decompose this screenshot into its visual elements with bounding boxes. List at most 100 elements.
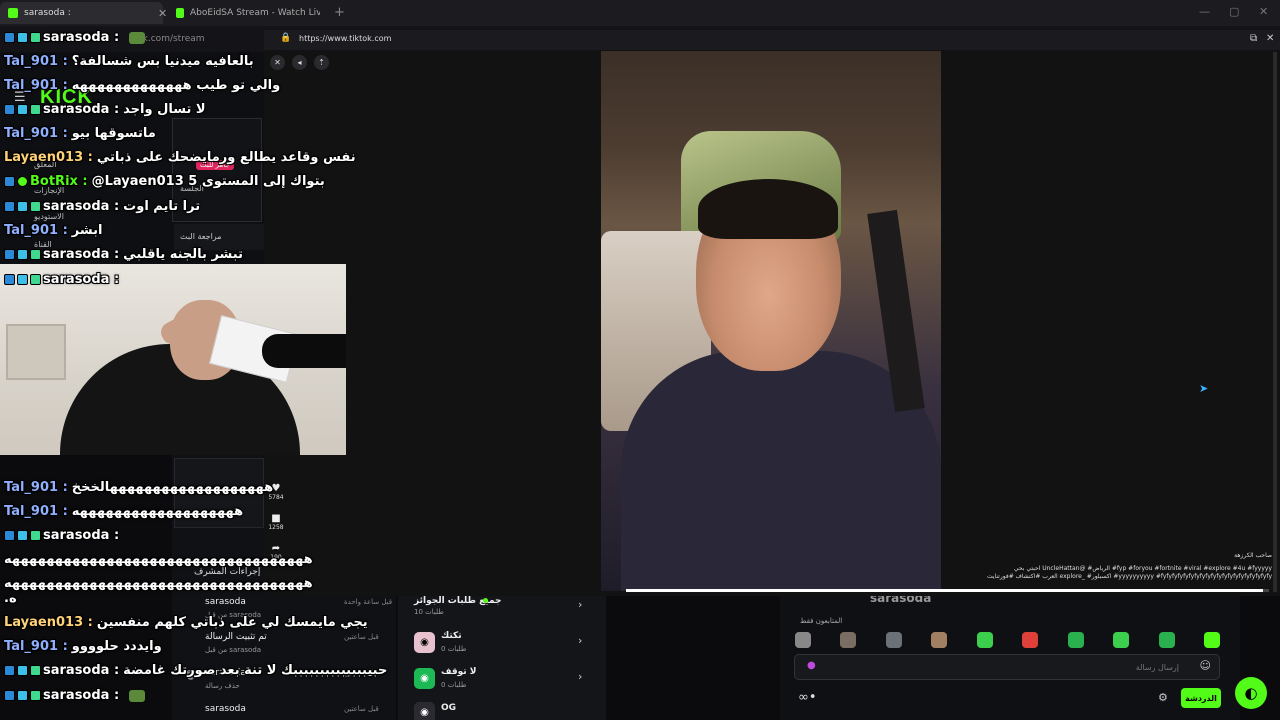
popup-close-icon[interactable]: ✕: [1266, 33, 1274, 44]
chat-emote-icon[interactable]: [1068, 632, 1084, 648]
infinity-icon[interactable]: ∞•: [798, 690, 817, 705]
trash-icon: 🗑: [185, 671, 197, 681]
video-caption-user: صاحب الكرزهة: [1234, 552, 1272, 559]
chevron-right-icon[interactable]: ›: [578, 634, 582, 647]
close-tab-icon[interactable]: ✕: [158, 7, 167, 20]
overlay-chat-message: sarasoda :: [4, 688, 146, 703]
chat-message-text: ه.: [4, 591, 17, 606]
chat-badge-icon: [17, 530, 28, 541]
chat-message-text: وايددد حلوووو: [71, 639, 162, 654]
close-window-icon[interactable]: ✕: [1259, 5, 1268, 18]
session-panel: [172, 118, 262, 222]
mini-stream-preview: [174, 458, 264, 528]
chevron-right-icon[interactable]: ›: [578, 670, 582, 683]
chat-emote-icon[interactable]: [840, 632, 856, 648]
chat-badge-icon: [17, 665, 28, 676]
chevron-right-icon[interactable]: ›: [578, 598, 582, 611]
chat-badge-icon: [30, 690, 41, 701]
tiktok-video[interactable]: [601, 51, 941, 591]
close-video-icon[interactable]: ✕: [270, 55, 285, 70]
mouse-cursor-icon: ➤: [1199, 382, 1209, 395]
chat-emote-icon[interactable]: [886, 632, 902, 648]
hamburger-menu-icon[interactable]: ☰: [14, 90, 26, 105]
chat-username: Tal_901 :: [4, 480, 68, 495]
video-progress-bar[interactable]: [626, 589, 1269, 592]
chat-emote-icon[interactable]: [1204, 632, 1220, 648]
live-ready-badge: جاهز للبث: [196, 160, 234, 170]
emoji-icon[interactable]: ☺: [1200, 659, 1211, 672]
kick-favicon-icon: [176, 8, 185, 18]
sidebar-item-channel[interactable]: القناة: [34, 240, 52, 249]
mod-item-sub: من قبل sarasoda: [205, 611, 262, 619]
chat-emote-icon[interactable]: [1159, 632, 1175, 648]
microphone-icon[interactable]: ●: [807, 660, 816, 671]
tab-sarasoda[interactable]: sarasoda : ✕: [0, 2, 167, 24]
gear-icon[interactable]: ⚙: [1158, 691, 1168, 704]
stream-review-label: مراجعة البث: [180, 232, 222, 241]
video-caption-line: العرب #اكتشاف #فورتنايت explore_ #اكسبلو…: [986, 573, 1272, 580]
help-chat-icon[interactable]: ◐: [1235, 677, 1267, 709]
volume-icon[interactable]: ◂: [292, 55, 307, 70]
mod-item-time: قبل ساعة واحدة: [344, 598, 393, 606]
mod-item-time: قبل ساعتين: [344, 705, 379, 713]
overlay-chat-message: Tal_901 : وايددد حلوووو: [4, 639, 162, 654]
maximize-icon[interactable]: ▢: [1229, 5, 1239, 18]
bookmark-count: 1258: [268, 524, 284, 531]
mod-item-user[interactable]: sarasoda: [205, 668, 246, 678]
chat-username: sarasoda :: [43, 528, 120, 543]
tab-label: sarasoda :: [24, 8, 71, 18]
chat-badge-icon: [17, 690, 28, 701]
air-conditioner-image: [6, 324, 66, 380]
minimize-icon[interactable]: —: [1199, 5, 1210, 18]
like-count: 5784: [268, 494, 284, 501]
chat-username: Layaen013 :: [4, 615, 93, 630]
chat-badge-icon: [4, 665, 15, 676]
overlay-chat-message: sarasoda :: [4, 528, 123, 543]
kick-favicon-icon: [8, 8, 18, 18]
request-item-title[interactable]: OG: [441, 703, 456, 713]
share-icon: ➦: [271, 543, 281, 554]
chat-send-button[interactable]: الدردشة: [1181, 688, 1221, 708]
sidebar-item-studio[interactable]: الاستوديو: [34, 212, 64, 221]
chat-message-input[interactable]: [819, 659, 1179, 676]
popup-title-bar: [264, 30, 1280, 50]
browser-tab-bar: sarasoda : ✕ AboEidSA Stream - Watch Liv…: [0, 0, 1280, 26]
status-dot-icon: [483, 598, 488, 603]
popup-url[interactable]: https://www.tiktok.com: [299, 34, 391, 43]
chat-emote-icon[interactable]: [1022, 632, 1038, 648]
heart-icon: ♥: [271, 483, 281, 494]
mod-item-pinned[interactable]: تم تثبيت الرسالة: [205, 632, 267, 642]
bookmark-stat[interactable]: ■ 1258: [266, 513, 286, 531]
session-label: الجلسة: [180, 184, 204, 193]
like-stat[interactable]: ♥ 5784: [266, 483, 286, 501]
chat-username: sarasoda :: [43, 663, 120, 678]
video-caption-line: احبتي بحي UncleHattan@ #الرياض #fyp #for…: [1013, 565, 1272, 572]
popup-scrollbar[interactable]: [1273, 52, 1277, 592]
mod-item-user[interactable]: sarasoda: [205, 704, 246, 714]
share-count: 190: [270, 554, 282, 561]
chat-badge-icon: [4, 690, 15, 701]
requests-all-title[interactable]: جميع طلبات الجوائز: [414, 596, 502, 606]
chat-emote-icon[interactable]: [1113, 632, 1129, 648]
request-nonstop-icon: ◉: [414, 668, 435, 689]
followers-only-label: المتابعون فقط: [800, 617, 843, 625]
chat-input-box[interactable]: ● ☺: [794, 654, 1220, 680]
chat-emote-icon[interactable]: [977, 632, 993, 648]
sidebar-item-commentator[interactable]: المعلق: [34, 160, 56, 169]
address-url[interactable]: kick.com/stream: [130, 34, 205, 44]
webcam-feed: [0, 264, 346, 455]
popout-icon[interactable]: ⧉: [1250, 33, 1257, 44]
chat-username: Tal_901 :: [4, 639, 68, 654]
tab-aboeidsa-stream[interactable]: AboEidSA Stream - Watch Live on Ki: [168, 2, 328, 24]
mod-item-user[interactable]: sarasoda: [205, 597, 246, 607]
kick-logo[interactable]: KICK: [40, 86, 93, 109]
sidebar-item-achievements[interactable]: الإنجازات: [34, 186, 64, 195]
request-item-title[interactable]: لا توقف: [441, 667, 476, 677]
overlay-chat-message: ه.: [4, 591, 17, 606]
chat-emote-icon[interactable]: [931, 632, 947, 648]
request-item-title[interactable]: تكتك: [441, 631, 462, 641]
share-stat[interactable]: ➦ 190: [266, 543, 286, 561]
chat-emote-icon[interactable]: [795, 632, 811, 648]
pin-icon[interactable]: ⇡: [314, 55, 329, 70]
new-tab-button[interactable]: +: [334, 5, 345, 20]
